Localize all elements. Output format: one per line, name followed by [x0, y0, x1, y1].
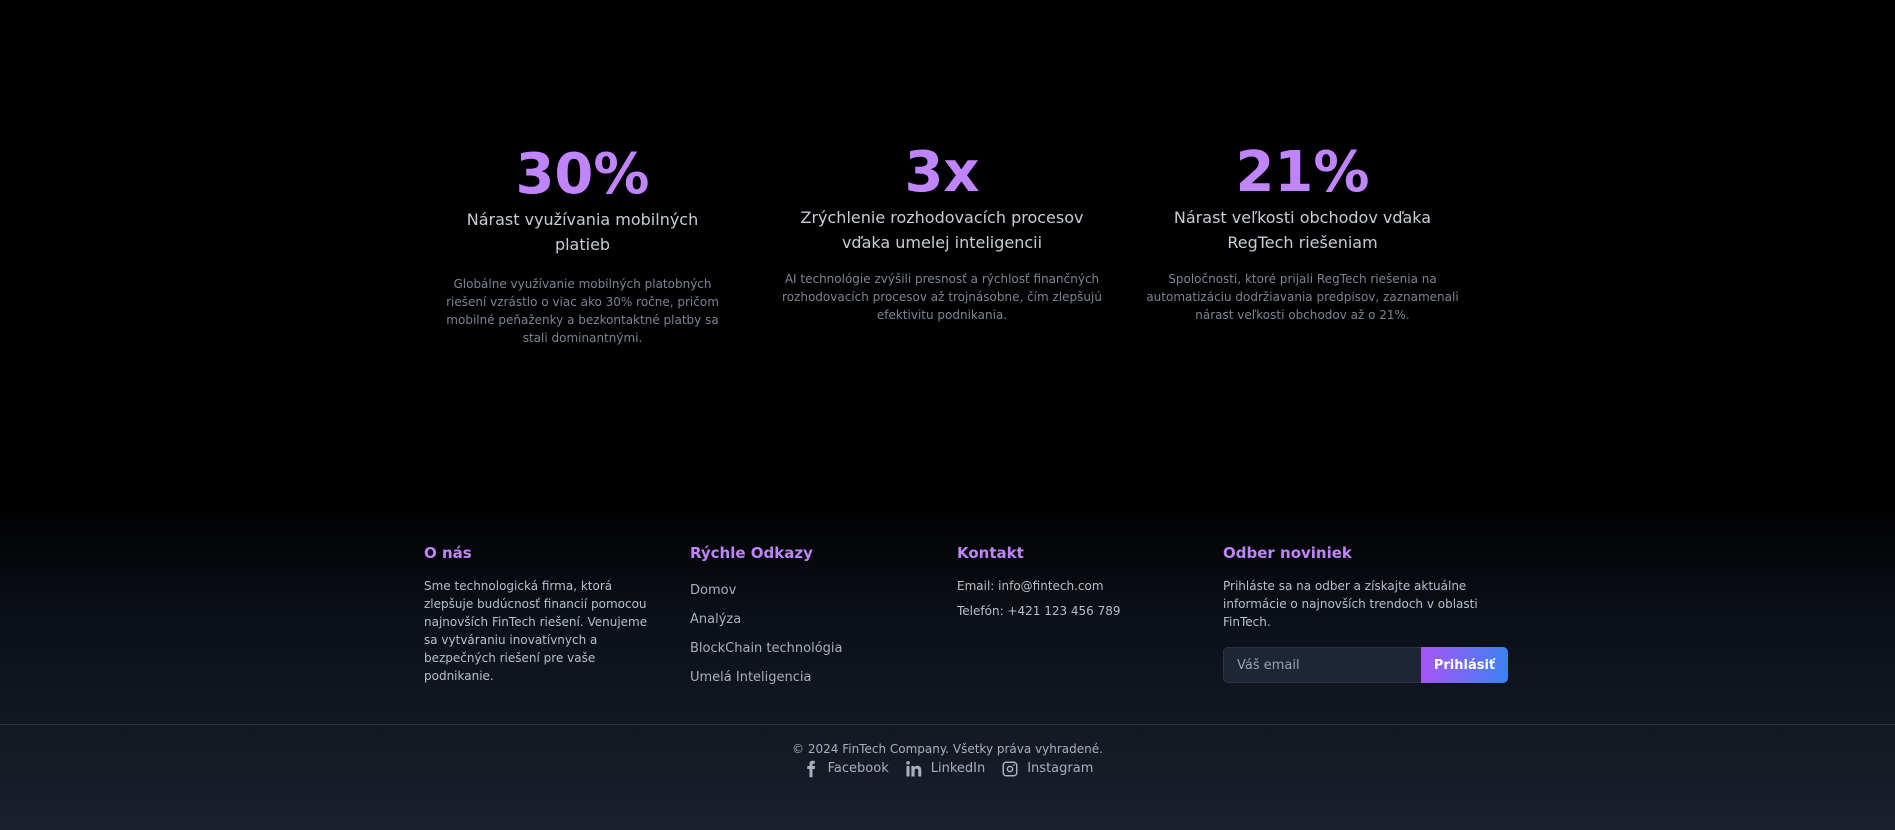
social-link-facebook[interactable]: Facebook: [802, 758, 889, 780]
stat-description: Spoločnosti, ktoré prijali RegTech rieše…: [1146, 272, 1459, 322]
about-text: Sme technologická firma, ktorá zlepšuje …: [424, 579, 648, 683]
stats-section: 30% Nárast využívania mobilných platieb …: [0, 0, 1895, 500]
footer-link-home[interactable]: Domov: [690, 576, 920, 605]
social-label: LinkedIn: [930, 761, 986, 776]
stat-title: Nárast veľkosti obchodov vďaka RegTech r…: [1173, 208, 1432, 252]
stat-description: Globálne využívanie mobilných platobných…: [446, 277, 719, 345]
contact-email: Email: info@fintech.com: [957, 579, 1104, 593]
quick-links-heading: Rýchle Odkazy: [690, 544, 813, 562]
stat-value: 21%: [1235, 140, 1370, 205]
footer-about: O nás Sme technologická firma, ktorá zle…: [424, 543, 654, 685]
footer-newsletter: Odber noviniek Prihláste sa na odber a z…: [1223, 543, 1513, 683]
about-heading: O nás: [424, 544, 472, 562]
social-link-linkedin[interactable]: LinkedIn: [905, 758, 985, 780]
footer-bottom: © 2024 FinTech Company. Všetky práva vyh…: [0, 740, 1895, 780]
footer-contact: Kontakt Email: info@fintech.com Telefón:…: [957, 543, 1187, 624]
stat-title: Zrýchlenie rozhodovacích procesov vďaka …: [800, 208, 1084, 252]
newsletter-email-input[interactable]: [1223, 647, 1421, 683]
social-label: Instagram: [1027, 761, 1094, 776]
footer-link-blockchain[interactable]: BlockChain technológia: [690, 634, 920, 663]
social-links: Facebook LinkedIn Instagram: [0, 758, 1895, 780]
footer-link-analysis[interactable]: Analýza: [690, 605, 920, 634]
stat-card: 21% Nárast veľkosti obchodov vďaka RegTe…: [1140, 141, 1465, 324]
stat-value: 30%: [515, 142, 650, 207]
newsletter-heading: Odber noviniek: [1223, 544, 1352, 562]
stat-value: 3x: [904, 140, 980, 205]
copyright-text: © 2024 FinTech Company. Všetky práva vyh…: [792, 742, 1103, 756]
stat-description: AI technológie zvýšili presnosť a rýchlo…: [782, 272, 1102, 322]
facebook-icon: [806, 760, 815, 778]
footer-quick-links: Rýchle Odkazy Domov Analýza BlockChain t…: [690, 543, 920, 692]
instagram-icon: [1002, 761, 1018, 777]
contact-heading: Kontakt: [957, 544, 1024, 562]
contact-phone: Telefón: +421 123 456 789: [957, 604, 1121, 618]
newsletter-form: Prihlásiť: [1223, 647, 1508, 683]
site-footer: O nás Sme technologická firma, ktorá zle…: [0, 500, 1895, 830]
social-label: Facebook: [827, 761, 889, 776]
stat-card: 3x Zrýchlenie rozhodovacích procesov vďa…: [782, 141, 1102, 324]
subscribe-button[interactable]: Prihlásiť: [1421, 647, 1508, 683]
stat-title: Nárast využívania mobilných platieb: [466, 210, 699, 254]
social-link-instagram[interactable]: Instagram: [1001, 758, 1093, 780]
stat-card: 30% Nárast využívania mobilných platieb …: [440, 143, 725, 347]
footer-divider: [0, 724, 1895, 725]
footer-link-ai[interactable]: Umelá Inteligencia: [690, 663, 920, 692]
linkedin-icon: [906, 761, 922, 777]
quick-links-list: Domov Analýza BlockChain technológia Ume…: [690, 576, 920, 692]
newsletter-text: Prihláste sa na odber a získajte aktuáln…: [1223, 579, 1478, 629]
